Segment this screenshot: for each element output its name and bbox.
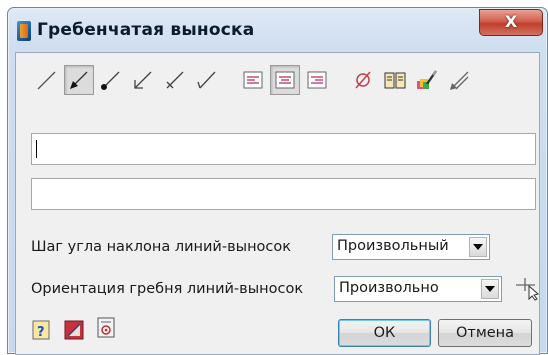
angle-step-label: Шаг угла наклона линий-выносок — [31, 239, 292, 255]
angle-step-select[interactable]: Произвольный — [332, 234, 490, 260]
ok-button[interactable]: ОК — [338, 319, 431, 347]
align-left-icon[interactable] — [238, 65, 268, 95]
leader-open-arrow-icon[interactable] — [128, 65, 158, 95]
leader-check-icon[interactable] — [192, 65, 222, 95]
layer-style-icon[interactable] — [63, 319, 85, 341]
text-caret — [36, 140, 37, 158]
comb-orientation-select[interactable]: Произвольно — [334, 276, 502, 302]
dialog-window: Гребенчатая выноска X Шаг угла наклона л… — [7, 7, 548, 355]
chevron-down-icon[interactable] — [469, 237, 487, 257]
chevron-down-icon[interactable] — [481, 279, 499, 299]
leader-dot-icon[interactable] — [96, 65, 126, 95]
align-right-icon[interactable] — [302, 65, 332, 95]
text-field-2[interactable] — [31, 178, 536, 210]
help-icon[interactable]: ? — [31, 319, 53, 341]
app-icon — [17, 21, 31, 41]
cancel-button[interactable]: Отмена — [438, 319, 532, 347]
text-field-1[interactable] — [31, 133, 536, 165]
title-bar[interactable]: Гребенчатая выноска X — [8, 8, 547, 52]
leader-arrow-filled-icon[interactable] — [64, 65, 94, 95]
svg-text:?: ? — [37, 325, 45, 340]
align-center-icon[interactable] — [270, 65, 300, 95]
diameter-symbol-icon[interactable] — [348, 65, 378, 95]
pick-direction-icon[interactable] — [513, 275, 541, 301]
dialog-title: Гребенчатая выноска — [37, 20, 255, 40]
toolbar — [32, 65, 537, 97]
properties-icon[interactable] — [95, 317, 117, 339]
leader-tick-icon[interactable] — [160, 65, 190, 95]
comb-orientation-value: Произвольно — [339, 280, 439, 296]
dialog-body: Шаг угла наклона линий-выносок Произволь… — [15, 52, 540, 355]
close-button[interactable]: X — [479, 9, 543, 36]
symbol-library-icon[interactable] — [380, 65, 410, 95]
leader-settings-icon[interactable] — [444, 65, 474, 95]
leader-straight-icon[interactable] — [32, 65, 62, 95]
comb-orientation-label: Ориентация гребня линий-выносок — [31, 281, 304, 297]
style-brush-icon[interactable] — [412, 65, 442, 95]
angle-step-value: Произвольный — [337, 238, 449, 254]
